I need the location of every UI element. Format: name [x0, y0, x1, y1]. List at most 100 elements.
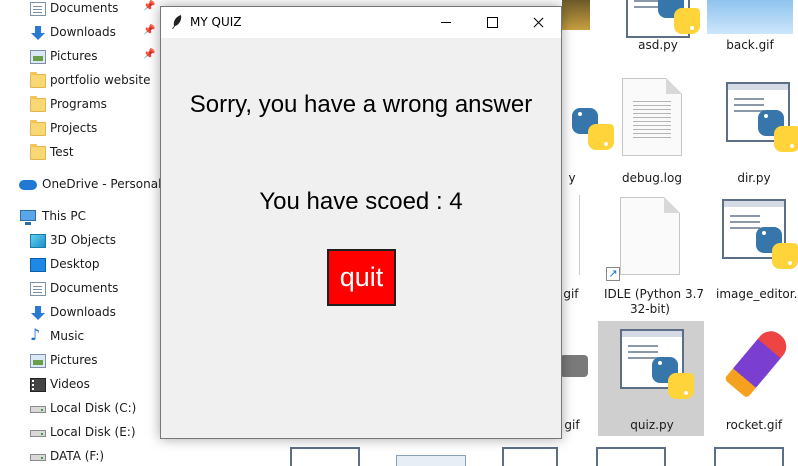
nav-item-documents[interactable]: Documents: [0, 277, 162, 301]
videos-icon: [30, 378, 46, 392]
nav-label: OneDrive - Personal: [42, 177, 162, 191]
nav-item-this-pc[interactable]: This PC: [0, 205, 162, 229]
file-name: asd.py: [638, 38, 678, 52]
nav-item-documents-quick[interactable]: Documents 📌: [0, 0, 162, 21]
disk-icon: [30, 406, 46, 413]
file-quiz-py[interactable]: quiz.py: [606, 325, 698, 435]
onedrive-icon: [19, 180, 37, 190]
nav-item-desktop[interactable]: Desktop: [0, 253, 162, 277]
python-file-icon: [290, 447, 360, 466]
file-image-editor-py[interactable]: image_editor.py: [708, 195, 798, 305]
file-name: rocket.gif: [725, 418, 783, 432]
file-grid: asd.py back.gif y debug.log dir.py ali.g…: [545, 0, 798, 466]
window-file-icon: [396, 455, 466, 466]
nav-item-music[interactable]: ♪ Music: [0, 325, 162, 349]
file-name-line1: IDLE (Python 3.7: [604, 287, 705, 301]
documents-icon: [30, 2, 46, 16]
nav-item-projects[interactable]: Projects: [0, 117, 162, 141]
pin-icon: 📌: [143, 1, 156, 12]
result-message: Sorry, you have a wrong answer: [189, 91, 533, 118]
music-icon: ♪: [30, 325, 41, 344]
title-bar[interactable]: MY QUIZ: [161, 7, 561, 38]
close-button[interactable]: [515, 7, 561, 38]
folder-icon: [30, 96, 46, 112]
maximize-button[interactable]: [469, 7, 515, 38]
nav-item-test[interactable]: Test: [0, 141, 162, 165]
python-file-icon: [502, 447, 558, 466]
nav-label: 3D Objects: [50, 233, 117, 247]
nav-label: Downloads: [50, 305, 116, 319]
nav-label: portfolio website: [50, 73, 151, 87]
python-logo-icon: [658, 0, 700, 34]
pin-icon: 📌: [143, 49, 156, 60]
pictures-icon: [30, 50, 46, 64]
image-thumbnail: [570, 195, 580, 275]
nav-item-videos[interactable]: Videos: [0, 373, 162, 397]
nav-item-pictures-quick[interactable]: Pictures 📌: [0, 45, 162, 69]
file-name: quiz.py: [630, 418, 674, 432]
file-asd-py[interactable]: asd.py: [612, 0, 704, 56]
this-pc-icon: [20, 210, 36, 225]
nav-label: Local Disk (E:): [50, 425, 136, 439]
disk-icon: [30, 430, 46, 437]
file-dir-py[interactable]: dir.py: [712, 78, 798, 188]
python-logo-icon: [758, 110, 798, 152]
disk-icon: [30, 454, 46, 461]
window-title: MY QUIZ: [190, 15, 242, 29]
nav-label: Videos: [50, 377, 90, 391]
file-name: dir.py: [737, 171, 771, 185]
nav-item-local-disk-e[interactable]: Local Disk (E:): [0, 421, 162, 445]
nav-item-local-disk-c[interactable]: Local Disk (C:): [0, 397, 162, 421]
nav-label: Desktop: [50, 257, 100, 271]
score-message: You have scoed : 4: [259, 188, 463, 215]
file-idle-shortcut[interactable]: ↗ IDLE (Python 3.7 32-bit): [604, 195, 705, 320]
shortcut-arrow-icon: ↗: [606, 267, 620, 281]
nav-label: Programs: [50, 97, 107, 111]
file-name: back.gif: [726, 38, 774, 52]
downloads-icon: [30, 306, 46, 320]
shortcut-file-icon: [620, 197, 680, 275]
3d-objects-icon: [30, 234, 46, 248]
nav-item-pictures[interactable]: Pictures: [0, 349, 162, 373]
image-thumbnail: [562, 0, 590, 30]
nav-label: Projects: [50, 121, 98, 135]
sky-image-thumbnail: [707, 0, 793, 34]
file-debug-log[interactable]: debug.log: [606, 78, 698, 188]
file-name: image_editor.py: [716, 287, 798, 301]
file-rocket-gif[interactable]: rocket.gif: [712, 325, 798, 435]
nav-item-onedrive[interactable]: OneDrive - Personal: [0, 173, 162, 197]
text-file-icon: [622, 78, 682, 156]
quit-button[interactable]: quit: [327, 249, 396, 306]
nav-label: Documents: [50, 281, 119, 295]
nav-label: Local Disk (C:): [50, 401, 137, 415]
nav-label: Downloads: [50, 25, 116, 39]
nav-item-3d-objects[interactable]: 3D Objects: [0, 229, 162, 253]
nav-item-programs[interactable]: Programs: [0, 93, 162, 117]
feather-icon: [172, 15, 182, 29]
nav-label: Music: [50, 329, 85, 343]
nav-label: DATA (F:): [50, 449, 105, 463]
minimize-button[interactable]: [423, 7, 469, 38]
nav-label: Test: [50, 145, 74, 159]
python-logo-icon: [756, 227, 798, 269]
nav-item-downloads[interactable]: Downloads: [0, 301, 162, 325]
python-file-icon: [714, 447, 784, 466]
documents-icon: [30, 282, 46, 296]
folder-icon: [30, 72, 46, 88]
nav-label: Pictures: [50, 353, 98, 367]
file-name: debug.log: [622, 171, 682, 185]
python-file-icon: [596, 447, 666, 466]
nav-label: Documents: [50, 1, 119, 15]
quiz-window: MY QUIZ Sorry, you have a wrong answer Y…: [160, 6, 562, 439]
image-thumbnail: [560, 355, 588, 377]
rocket-image-icon: [724, 325, 792, 399]
nav-item-portfolio-website[interactable]: portfolio website: [0, 69, 162, 93]
file-back-gif[interactable]: back.gif: [704, 0, 796, 56]
nav-item-data-f[interactable]: DATA (F:): [0, 445, 162, 466]
nav-item-downloads-quick[interactable]: Downloads 📌: [0, 21, 162, 45]
folder-icon: [30, 120, 46, 136]
nav-label: This PC: [42, 209, 86, 223]
python-logo-icon: [652, 357, 694, 399]
pin-icon: 📌: [143, 25, 156, 36]
nav-label: Pictures: [50, 49, 98, 63]
